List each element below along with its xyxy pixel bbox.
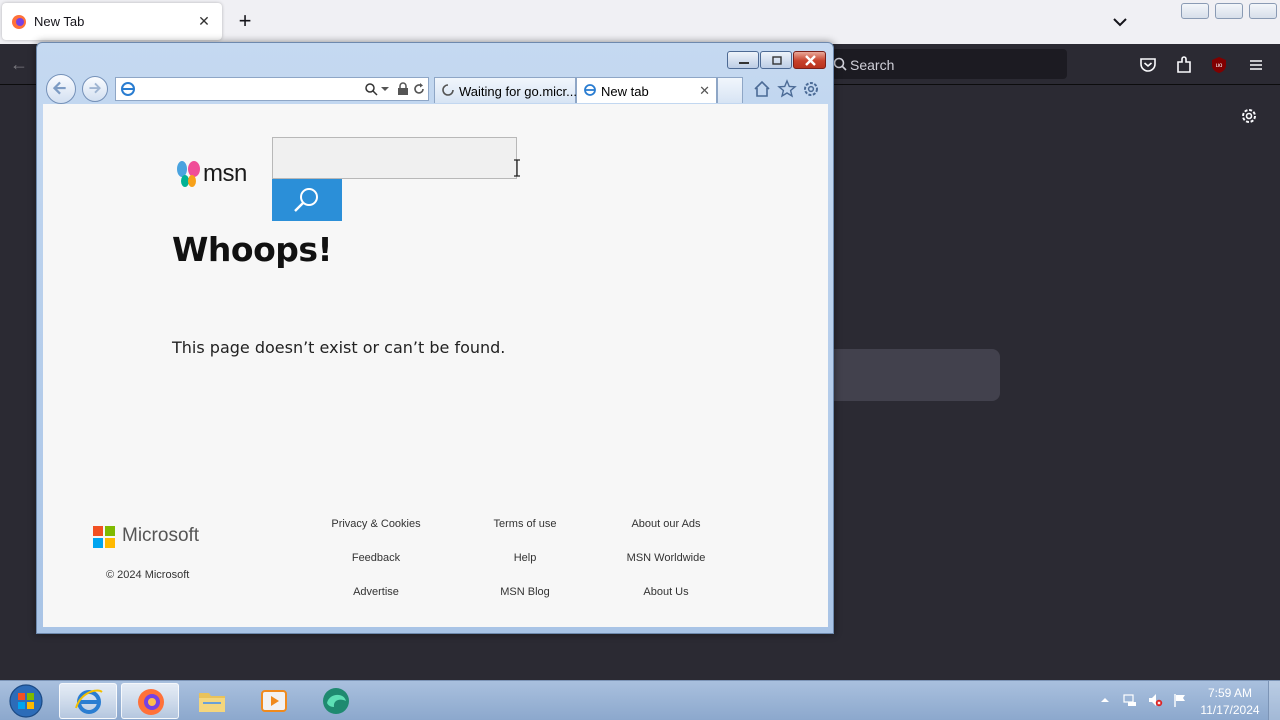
msn-butterfly-icon [177, 161, 200, 187]
search-icon [833, 57, 847, 71]
footer-link-advertise[interactable]: Advertise [306, 586, 446, 598]
footer-link-about-us[interactable]: About Us [596, 586, 736, 598]
windows-start-icon[interactable] [7, 683, 45, 719]
page-heading: Whoops! [172, 230, 333, 269]
volume-muted-icon[interactable] [1147, 692, 1163, 708]
clock-date[interactable]: 11/17/2024 [1195, 703, 1265, 717]
ie-tab-new-tab[interactable]: New tab ✕ [576, 77, 717, 103]
taskbar-file-explorer[interactable] [183, 683, 241, 719]
ublock-badge: uo [1216, 63, 1223, 69]
loading-spinner-icon [442, 84, 454, 96]
footer-link-msn-worldwide[interactable]: MSN Worldwide [596, 552, 736, 564]
microsoft-logo-icon[interactable] [93, 526, 115, 548]
folder-icon [199, 693, 225, 712]
taskbar-edge-app[interactable] [307, 683, 365, 719]
taskbar: 7:59 AM 11/17/2024 [0, 680, 1280, 720]
edge-icon [323, 688, 349, 714]
copyright-text: © 2024 Microsoft [106, 569, 190, 581]
show-desktop-button[interactable] [1268, 681, 1280, 720]
minimize-icon [739, 62, 749, 64]
ie-close-button[interactable] [793, 51, 826, 69]
firefox-icon [12, 15, 26, 29]
ie-page-content: msn Whoops! This page doesn’t exist or c… [43, 104, 828, 627]
not-found-message: This page doesn’t exist or can’t be foun… [172, 338, 506, 357]
media-player-icon [261, 690, 287, 712]
ie-tab-loading[interactable]: Waiting for go.micr... [434, 77, 577, 103]
ie-restore-button[interactable] [760, 51, 792, 69]
ie-address-bar[interactable] [115, 77, 429, 101]
action-center-flag-icon[interactable] [1172, 692, 1188, 708]
footer-link-help[interactable]: Help [455, 552, 595, 564]
search-icon [294, 188, 318, 212]
gear-icon[interactable] [1238, 105, 1260, 127]
firefox-tab-bar: New Tab ✕ + [0, 0, 1280, 44]
ie-page-icon [121, 82, 135, 96]
text-cursor-icon [514, 159, 520, 177]
restore-icon [772, 56, 782, 65]
firefox-minimize-button[interactable] [1181, 3, 1209, 19]
close-tab-icon[interactable]: ✕ [194, 11, 214, 31]
ie-tab-label: New tab [601, 84, 649, 99]
back-arrow-icon[interactable]: ← [10, 54, 34, 74]
show-hidden-icons-arrow[interactable] [1099, 692, 1111, 708]
forward-arrow-icon [89, 82, 101, 94]
firefox-search-field[interactable]: Search [832, 49, 1067, 79]
firefox-icon [138, 689, 164, 715]
home-icon[interactable] [752, 79, 772, 99]
taskbar-firefox[interactable] [121, 683, 179, 719]
hamburger-menu-icon[interactable] [1245, 54, 1267, 76]
ie-minimize-button[interactable] [727, 51, 759, 69]
lock-icon[interactable] [396, 82, 410, 96]
footer-link-about-ads[interactable]: About our Ads [596, 518, 736, 530]
msn-logo[interactable]: msn [175, 159, 255, 189]
pocket-icon[interactable] [1137, 54, 1159, 76]
msn-search-button[interactable] [272, 179, 342, 221]
taskbar-internet-explorer[interactable] [59, 683, 117, 719]
new-tab-button[interactable]: + [232, 8, 258, 36]
clock-time[interactable]: 7:59 AM [1195, 686, 1265, 700]
ie-page-icon [584, 84, 596, 96]
dropdown-arrow-icon[interactable] [380, 82, 390, 96]
footer-link-msn-blog[interactable]: MSN Blog [455, 586, 595, 598]
close-tab-icon[interactable]: ✕ [699, 83, 710, 99]
list-all-tabs-icon[interactable] [1108, 10, 1132, 34]
footer-link-privacy[interactable]: Privacy & Cookies [306, 518, 446, 530]
ie-back-button[interactable] [46, 74, 76, 104]
firefox-restore-button[interactable] [1215, 3, 1243, 19]
favorites-star-icon[interactable] [777, 79, 797, 99]
search-placeholder: Search [850, 57, 895, 73]
ublock-origin-icon[interactable]: uo [1208, 54, 1230, 76]
refresh-icon[interactable] [412, 82, 426, 96]
firefox-shortcut-tile[interactable] [834, 349, 1000, 401]
gear-icon[interactable] [801, 79, 821, 99]
extensions-icon[interactable] [1173, 54, 1195, 76]
taskbar-media-player[interactable] [245, 683, 303, 719]
msn-search-input[interactable] [272, 137, 517, 179]
internet-explorer-window: Waiting for go.micr... New tab ✕ msn Who… [36, 42, 834, 634]
footer-link-feedback[interactable]: Feedback [306, 552, 446, 564]
network-icon[interactable] [1122, 692, 1138, 708]
footer-link-terms[interactable]: Terms of use [455, 518, 595, 530]
back-arrow-icon [52, 81, 66, 95]
firefox-tab-new-tab[interactable]: New Tab ✕ [2, 3, 222, 40]
firefox-tab-title: New Tab [34, 14, 85, 29]
ie-new-tab-button[interactable] [717, 77, 743, 103]
search-icon[interactable] [364, 82, 378, 96]
ie-forward-button[interactable] [82, 76, 108, 102]
msn-logo-text: msn [203, 160, 247, 187]
internet-explorer-icon [75, 689, 103, 714]
ie-tab-label: Waiting for go.micr... [459, 84, 577, 99]
microsoft-brand-text: Microsoft [122, 525, 200, 546]
close-icon [805, 55, 816, 66]
firefox-close-button[interactable] [1249, 3, 1277, 19]
